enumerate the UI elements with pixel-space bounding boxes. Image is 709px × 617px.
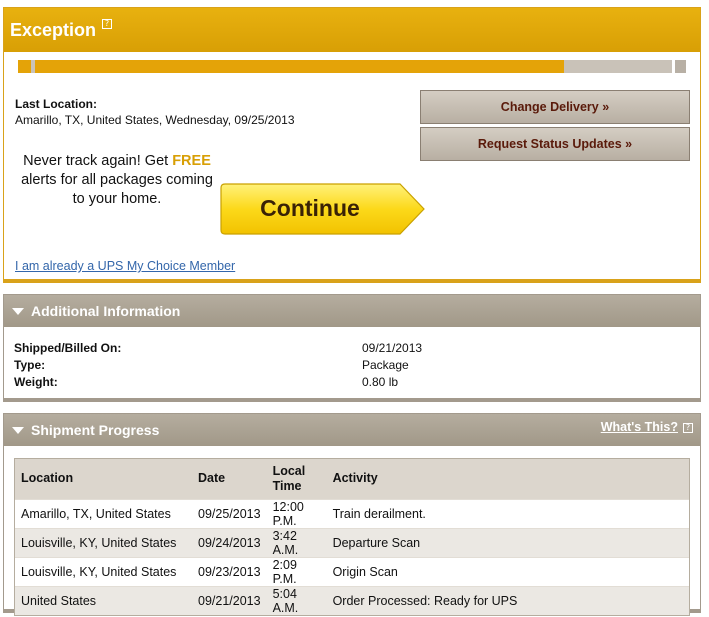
additional-information-panel: Additional Information Shipped/Billed On…: [3, 294, 701, 402]
table-row: Louisville, KY, United States 09/23/2013…: [15, 557, 689, 586]
help-icon[interactable]: ?: [683, 423, 693, 433]
column-header-location: Location: [21, 471, 74, 486]
whats-this-link[interactable]: What's This?: [601, 420, 678, 434]
column-header-local-time: Local Time: [272, 463, 306, 493]
promo-free: FREE: [172, 153, 211, 169]
last-location-value: Amarillo, TX, United States, Wednesday, …: [15, 113, 295, 127]
exception-header: Exception ?: [4, 8, 700, 52]
progress-start-segment: [18, 60, 31, 73]
progress-fill: [35, 60, 564, 73]
last-location-label: Last Location:: [15, 97, 98, 111]
table-row: Louisville, KY, United States 09/24/2013…: [15, 528, 689, 557]
cell-activity: Departure Scan: [332, 535, 421, 550]
cell-activity: Train derailment.: [332, 506, 426, 521]
shipment-progress-title: Shipment Progress: [31, 422, 160, 438]
cell-local-time: 2:09 P.M.: [272, 557, 297, 586]
exception-title: Exception: [10, 19, 97, 40]
column-header-activity: Activity: [332, 471, 378, 486]
type-label: Type:: [14, 358, 46, 372]
table-row: Amarillo, TX, United States 09/25/2013 1…: [15, 499, 689, 528]
promo-prefix: Never track again! Get: [23, 153, 173, 169]
my-choice-member-link[interactable]: I am already a UPS My Choice Member: [15, 259, 235, 273]
cell-local-time: 5:04 A.M.: [272, 586, 299, 615]
cell-location: Louisville, KY, United States: [21, 535, 177, 550]
shipped-billed-label: Shipped/Billed On:: [14, 341, 122, 355]
cell-date: 09/23/2013: [198, 564, 261, 579]
type-value: Package: [362, 358, 409, 372]
promo-text: Never track again! Get FREE alerts for a…: [15, 152, 219, 209]
exception-panel: Exception ? Last Location: Amarillo, TX,…: [3, 7, 701, 283]
change-delivery-button[interactable]: Change Delivery »: [420, 90, 690, 124]
shipment-progress-header[interactable]: Shipment Progress What's This? ?: [4, 414, 700, 446]
help-icon[interactable]: ?: [102, 19, 113, 29]
weight-label: Weight:: [14, 375, 58, 389]
cell-location: Louisville, KY, United States: [21, 564, 177, 579]
shipped-billed-value: 09/21/2013: [362, 341, 423, 355]
request-status-updates-button[interactable]: Request Status Updates »: [420, 127, 690, 161]
column-header-date: Date: [198, 471, 226, 486]
cell-activity: Order Processed: Ready for UPS: [332, 593, 518, 608]
progress-end-segment: [675, 60, 686, 73]
cell-location: United States: [21, 593, 97, 608]
cell-local-time: 3:42 A.M.: [272, 528, 299, 557]
cell-local-time: 12:00 P.M.: [272, 499, 304, 528]
cell-date: 09/21/2013: [198, 593, 261, 608]
table-header-row: Location Date Local Time Activity: [15, 459, 689, 499]
additional-information-title: Additional Information: [31, 303, 181, 319]
cell-activity: Origin Scan: [332, 564, 398, 579]
collapse-triangle-icon[interactable]: [12, 307, 24, 315]
weight-value: 0.80 lb: [362, 375, 399, 389]
additional-information-header[interactable]: Additional Information: [4, 295, 700, 327]
shipment-progress-table: Location Date Local Time Activity Amaril…: [14, 458, 690, 616]
continue-button[interactable]: [220, 183, 426, 235]
cell-date: 09/25/2013: [198, 506, 261, 521]
collapse-triangle-icon[interactable]: [12, 426, 24, 434]
shipment-progress-panel: Shipment Progress What's This? ? Locatio…: [3, 413, 701, 616]
progress-bar: [18, 60, 686, 73]
promo-suffix: alerts for all packages coming to your h…: [21, 172, 213, 207]
cell-date: 09/24/2013: [198, 535, 261, 550]
table-row: United States 09/21/2013 5:04 A.M. Order…: [15, 586, 689, 615]
cell-location: Amarillo, TX, United States: [21, 506, 171, 521]
